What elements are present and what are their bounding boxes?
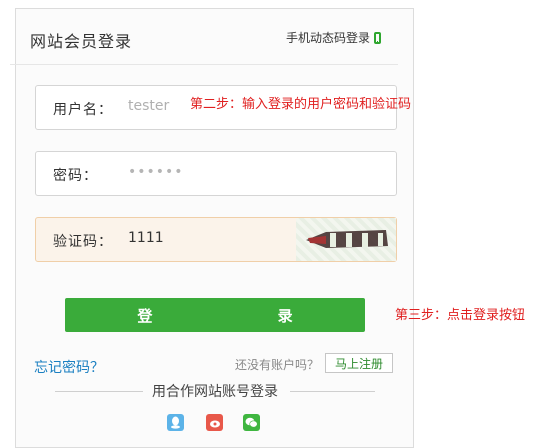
partner-divider-right — [290, 391, 375, 392]
step3-annotation: 第三步：点击登录按钮 — [395, 308, 526, 323]
captcha-image[interactable] — [296, 218, 396, 261]
weibo-icon[interactable] — [206, 414, 223, 431]
password-field[interactable]: 密码： •••••• — [35, 151, 397, 196]
mobile-login-label: 手机动态码登录 — [286, 31, 371, 45]
qq-icon[interactable] — [167, 414, 184, 431]
password-input[interactable]: •••••• — [128, 164, 288, 180]
page-title: 网站会员登录 — [30, 32, 133, 51]
login-button[interactable]: 登 录 — [65, 298, 365, 332]
mobile-login-link[interactable]: 手机动态码登录 — [286, 29, 382, 46]
register-button[interactable]: 马上注册 — [325, 353, 393, 373]
forgot-password-link[interactable]: 忘记密码？ — [34, 357, 104, 377]
wechat-icon[interactable] — [243, 414, 260, 431]
partner-login-title: 用合作网站账号登录 — [152, 384, 278, 400]
partner-divider-left — [55, 391, 143, 392]
username-label: 用户名： — [53, 102, 113, 118]
no-account-text: 还没有账户吗？ — [235, 358, 320, 372]
step2-annotation: 第二步：输入登录的用户密码和验证码 — [190, 97, 412, 112]
header-divider — [10, 64, 398, 65]
captcha-field[interactable]: 验证码： 1111 — [35, 217, 397, 262]
password-label: 密码： — [53, 168, 98, 184]
captcha-input[interactable]: 1111 — [128, 230, 288, 246]
captcha-label: 验证码： — [53, 234, 113, 250]
phone-icon — [374, 31, 382, 44]
